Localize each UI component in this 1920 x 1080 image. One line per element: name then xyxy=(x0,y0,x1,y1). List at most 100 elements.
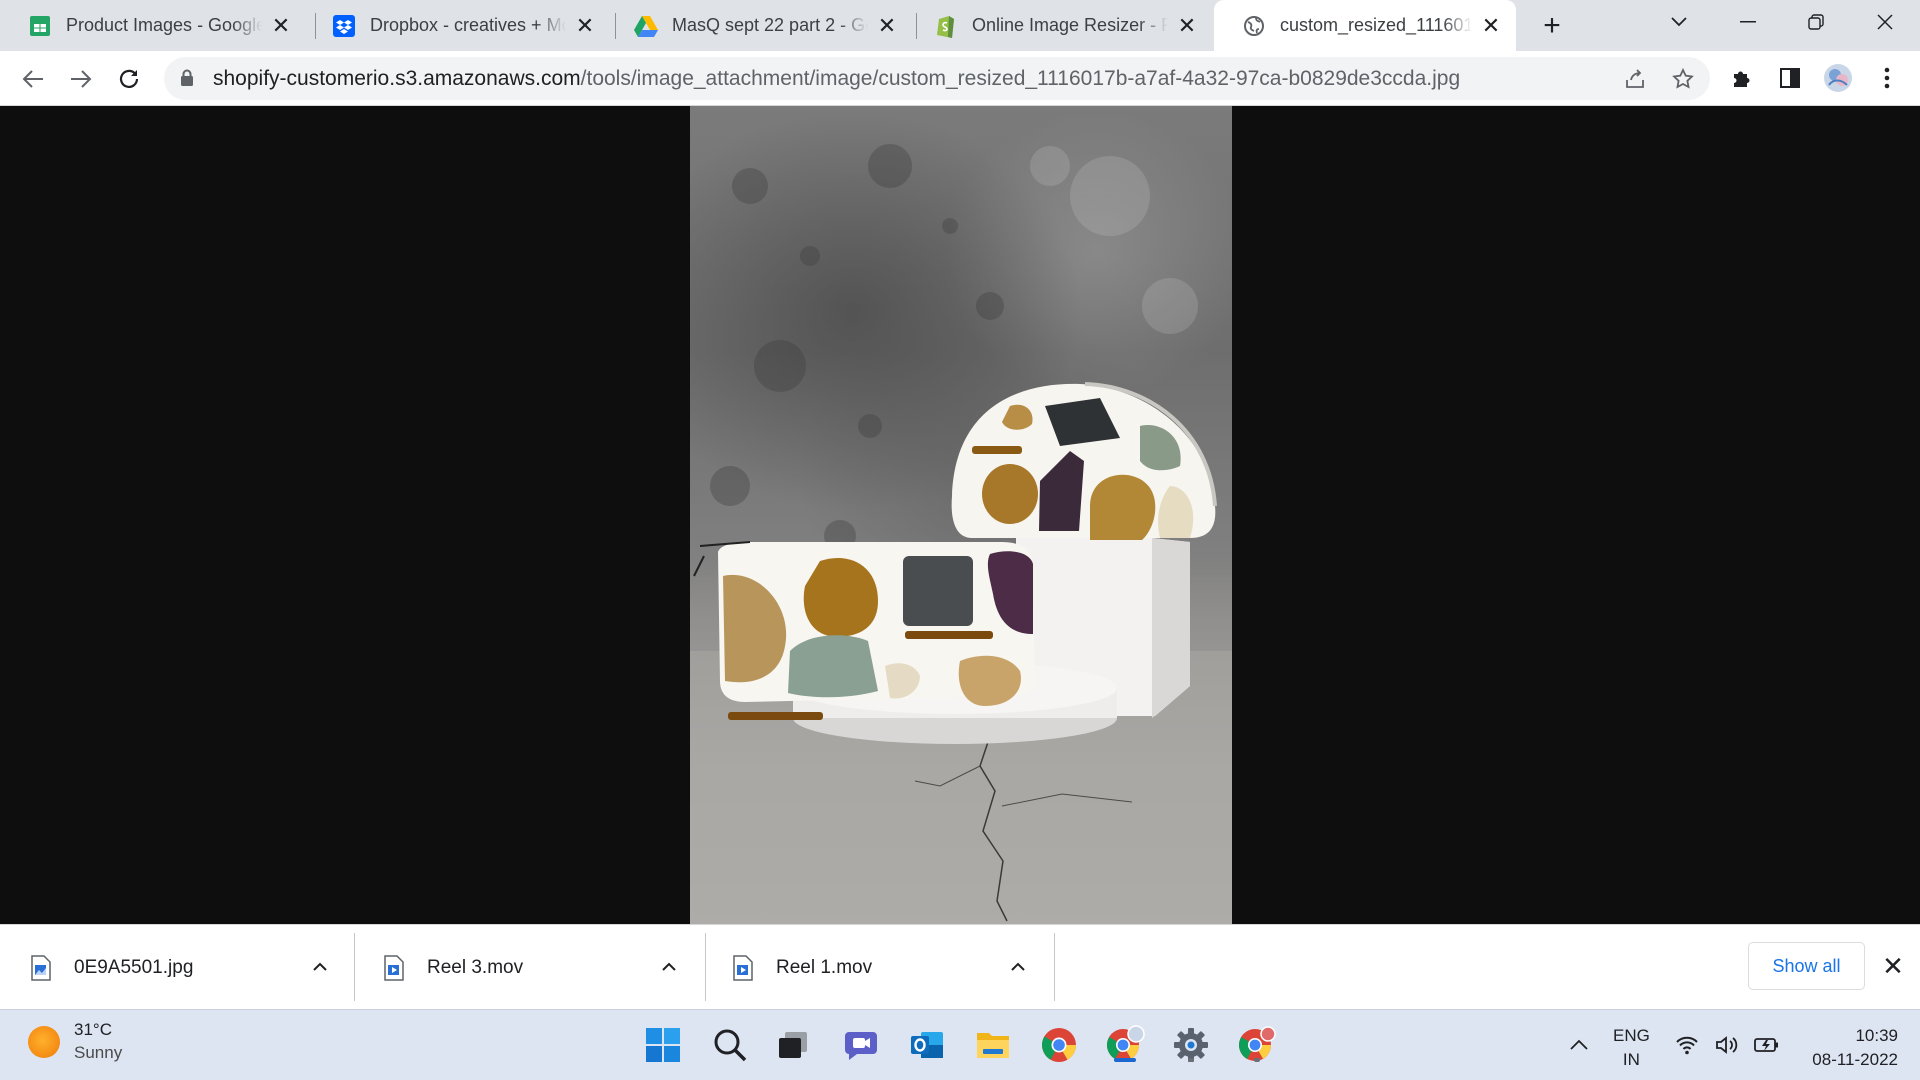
file-explorer-icon xyxy=(977,1033,1009,1058)
close-downloads-button[interactable]: ✕ xyxy=(1878,951,1908,981)
globe-icon xyxy=(1242,14,1266,38)
settings-button[interactable] xyxy=(1170,1024,1212,1066)
running-app-indicator xyxy=(1188,1058,1194,1062)
tab-title: Online Image Resizer - Free xyxy=(972,15,1168,35)
product-photo[interactable] xyxy=(690,106,1232,924)
menu-button[interactable] xyxy=(1872,63,1902,93)
url-text[interactable]: shopify-customerio.s3.amazonaws.com/tool… xyxy=(213,57,1460,100)
close-window-button[interactable] xyxy=(1858,0,1912,44)
tab-search-button[interactable] xyxy=(1652,0,1706,44)
google-drive-icon xyxy=(634,14,658,38)
wifi-icon xyxy=(1676,1036,1698,1055)
battery-button[interactable] xyxy=(1752,1024,1782,1066)
address-bar[interactable]: shopify-customerio.s3.amazonaws.com/tool… xyxy=(164,57,1710,100)
reload-button[interactable] xyxy=(111,61,147,97)
windows-taskbar: 31°C Sunny ENG IN 10:39 08-11-2022 xyxy=(0,1009,1920,1080)
profile-button[interactable] xyxy=(1823,63,1853,93)
tab-custom-resized[interactable]: custom_resized_1116017b ✕ xyxy=(1214,0,1516,51)
image-viewer xyxy=(0,106,1920,924)
tab-strip: Product Images - Google Sheets ✕ Dropbox… xyxy=(0,0,1920,51)
outlook-button[interactable] xyxy=(906,1024,948,1066)
back-button[interactable] xyxy=(15,61,51,97)
minimize-button[interactable] xyxy=(1721,0,1775,44)
region-code: IN xyxy=(1622,1050,1640,1069)
outlook-icon xyxy=(911,1032,943,1058)
tab-title: MasQ sept 22 part 2 - Google Drive xyxy=(672,15,868,35)
system-clock[interactable]: 10:39 08-11-2022 xyxy=(1800,1024,1898,1072)
tab-title: Dropbox - creatives + More xyxy=(370,15,566,35)
close-icon[interactable]: ✕ xyxy=(876,13,898,38)
running-app-indicator xyxy=(1254,1058,1260,1062)
download-options-button[interactable] xyxy=(308,955,332,979)
reload-icon xyxy=(119,69,139,88)
share-icon xyxy=(1626,69,1644,88)
chat-icon xyxy=(845,1032,877,1060)
chevron-up-icon xyxy=(662,962,676,971)
bookmark-button[interactable] xyxy=(1670,66,1696,92)
language-indicator[interactable]: ENG IN xyxy=(1613,1024,1650,1072)
minimize-icon xyxy=(1740,21,1756,23)
forward-button[interactable] xyxy=(63,61,99,97)
volume-button[interactable] xyxy=(1712,1024,1742,1066)
new-tab-button[interactable]: + xyxy=(1535,9,1569,43)
wifi-button[interactable] xyxy=(1672,1024,1702,1066)
puzzle-icon xyxy=(1734,71,1750,87)
chrome-alt-button[interactable] xyxy=(1236,1024,1278,1066)
lock-icon xyxy=(181,69,193,86)
download-separator xyxy=(1054,933,1055,1001)
tab-title: custom_resized_1116017b xyxy=(1280,15,1472,35)
downloads-bar: 0E9A5501.jpg Reel 3.mov Reel 1.mov Show … xyxy=(0,924,1920,1009)
image-file-icon xyxy=(31,954,51,981)
search-icon xyxy=(714,1029,747,1062)
download-separator xyxy=(354,933,355,1001)
download-item[interactable]: Reel 3.mov xyxy=(383,925,683,1010)
star-icon xyxy=(1672,68,1694,89)
task-view-button[interactable] xyxy=(772,1024,814,1066)
download-options-button[interactable] xyxy=(657,955,681,979)
weather-condition: Sunny xyxy=(74,1043,123,1062)
close-icon[interactable]: ✕ xyxy=(574,13,596,38)
chrome-button[interactable] xyxy=(1038,1024,1080,1066)
active-app-indicator xyxy=(1114,1058,1136,1062)
restore-icon xyxy=(1808,14,1824,30)
chrome-profile-button[interactable] xyxy=(1104,1024,1146,1066)
arrow-right-icon xyxy=(71,70,92,88)
tab-google-drive[interactable]: MasQ sept 22 part 2 - Google Drive ✕ xyxy=(606,0,912,51)
task-view-icon xyxy=(779,1032,807,1058)
weather-widget[interactable]: 31°C Sunny xyxy=(28,1020,122,1063)
extensions-button[interactable] xyxy=(1727,63,1757,93)
close-icon[interactable]: ✕ xyxy=(270,13,292,38)
chrome-icon xyxy=(1042,1028,1076,1062)
side-panel-button[interactable] xyxy=(1775,63,1805,93)
taskbar-search-button[interactable] xyxy=(709,1024,751,1066)
weather-temperature: 31°C xyxy=(74,1020,112,1039)
avatar xyxy=(1824,64,1852,92)
download-item[interactable]: Reel 1.mov xyxy=(732,925,1032,1010)
start-button[interactable] xyxy=(642,1024,684,1066)
download-item[interactable]: 0E9A5501.jpg xyxy=(30,925,330,1010)
show-all-button[interactable]: Show all xyxy=(1748,942,1865,990)
share-button[interactable] xyxy=(1622,66,1648,92)
close-icon[interactable]: ✕ xyxy=(1176,13,1198,38)
download-file-name: Reel 1.mov xyxy=(776,956,873,978)
chevron-up-icon xyxy=(1570,1039,1588,1050)
arrow-left-icon xyxy=(22,70,43,88)
side-panel-icon xyxy=(1780,68,1800,88)
language-code: ENG xyxy=(1613,1026,1650,1045)
url-host: shopify-customerio.s3.amazonaws.com xyxy=(213,67,581,90)
google-sheets-icon xyxy=(28,14,52,38)
show-hidden-icons-button[interactable] xyxy=(1558,1024,1600,1066)
restore-button[interactable] xyxy=(1789,0,1843,44)
tab-title: Product Images - Google Sheets xyxy=(66,15,262,35)
file-explorer-button[interactable] xyxy=(972,1024,1014,1066)
tab-product-images[interactable]: Product Images - Google Sheets ✕ xyxy=(0,0,306,51)
tab-image-resizer[interactable]: Online Image Resizer - Free ✕ xyxy=(906,0,1212,51)
video-file-icon xyxy=(384,954,404,981)
browser-toolbar: shopify-customerio.s3.amazonaws.com/tool… xyxy=(0,51,1920,106)
download-options-button[interactable] xyxy=(1006,955,1030,979)
photo-illustration xyxy=(690,144,1232,924)
close-icon[interactable]: ✕ xyxy=(1480,13,1502,38)
video-file-icon xyxy=(733,954,753,981)
tab-dropbox[interactable]: Dropbox - creatives + More ✕ xyxy=(304,0,610,51)
chat-button[interactable] xyxy=(840,1024,882,1066)
